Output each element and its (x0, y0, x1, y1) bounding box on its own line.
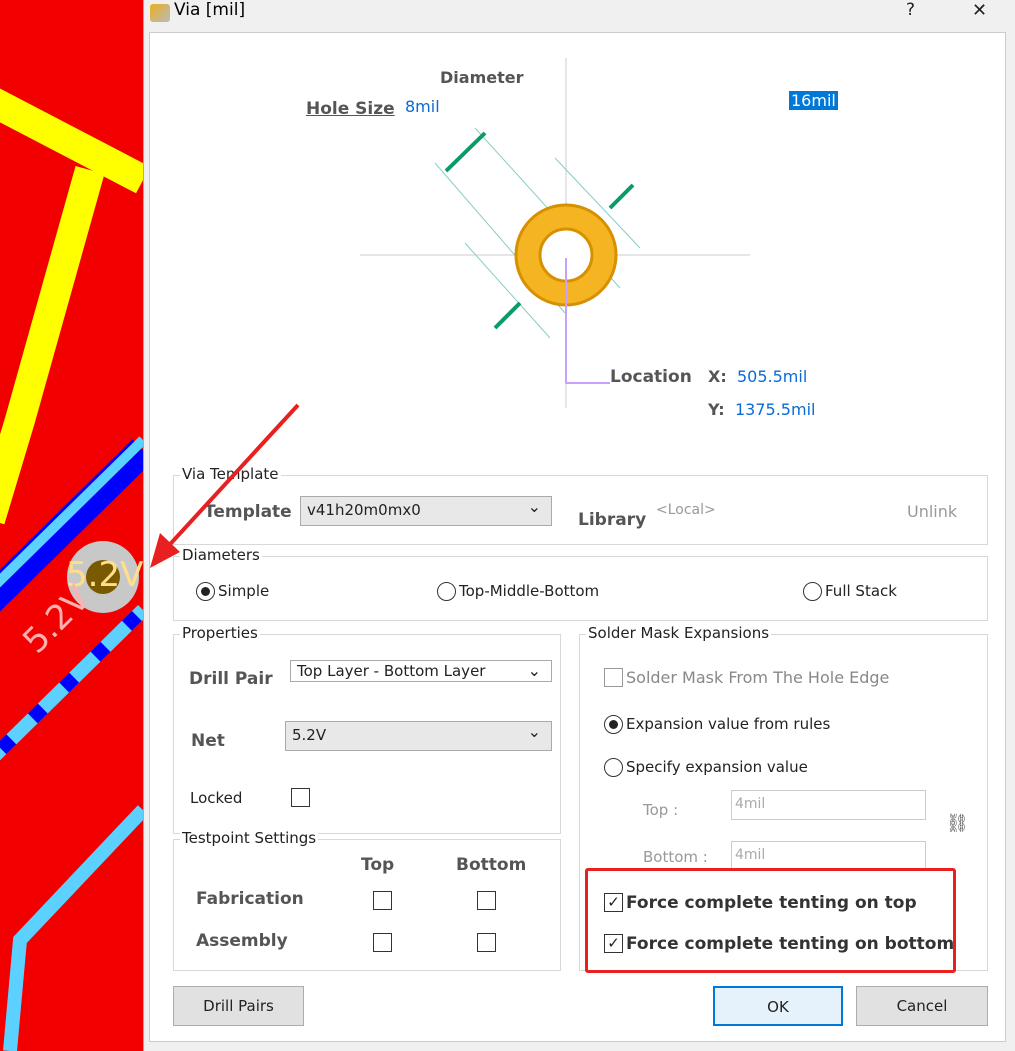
diameters-legend: Diameters (180, 546, 262, 564)
assembly-top-checkbox[interactable] (373, 933, 392, 952)
radio-specify[interactable] (604, 758, 623, 777)
solder-mask-legend: Solder Mask Expansions (586, 624, 772, 642)
drill-pairs-button[interactable]: Drill Pairs (173, 986, 304, 1026)
hole-size-label: Hole Size (306, 99, 395, 119)
bottom-expansion-label: Bottom : (643, 848, 708, 866)
drill-pair-label: Drill Pair (189, 669, 273, 689)
via-template-group: Via Template Template v41h20m0mx0 Librar… (173, 465, 988, 545)
radio-full-stack[interactable] (803, 582, 822, 601)
library-label: Library (578, 510, 647, 530)
template-label: Template (204, 502, 292, 522)
ok-button[interactable]: OK (713, 986, 843, 1026)
y-label: Y: (708, 400, 725, 419)
top-expansion-label: Top : (643, 801, 679, 819)
net-label: Net (191, 731, 225, 751)
link-chain-icon[interactable]: ⛓ (946, 813, 969, 834)
top-expansion-input[interactable]: 4mil (731, 790, 926, 820)
drill-pair-select[interactable]: Top Layer - Bottom Layer (290, 660, 552, 682)
close-button[interactable]: ✕ (972, 0, 987, 21)
diameter-value[interactable]: 16mil (789, 91, 838, 110)
x-label: X: (708, 367, 727, 386)
window-title: Via [mil] (174, 0, 246, 20)
from-hole-edge-checkbox[interactable] (604, 668, 623, 687)
testpoint-legend: Testpoint Settings (180, 829, 319, 847)
pcb-traces (0, 88, 143, 1051)
assembly-label: Assembly (196, 931, 288, 951)
help-button[interactable]: ? (906, 0, 915, 20)
dialog-body: Diameter Hole Size 8mil 16mil Location X… (149, 32, 1006, 1042)
pcb-canvas[interactable]: 5.2V 5.2V (0, 0, 143, 1051)
properties-legend: Properties (180, 624, 260, 642)
radio-top-middle-bottom[interactable] (437, 582, 456, 601)
assembly-bottom-checkbox[interactable] (477, 933, 496, 952)
cancel-button[interactable]: Cancel (856, 986, 988, 1026)
testpoint-bottom-header: Bottom (456, 855, 527, 875)
diameters-group: Diameters Simple Top-Middle-Bottom Full … (173, 546, 988, 621)
via-template-legend: Via Template (180, 465, 281, 483)
net-select[interactable]: 5.2V (285, 721, 552, 751)
hole-size-value[interactable]: 8mil (405, 97, 440, 116)
from-rules-label[interactable]: Expansion value from rules (626, 715, 830, 733)
locked-label: Locked (190, 789, 243, 807)
specify-label[interactable]: Specify expansion value (626, 758, 808, 776)
library-value: <Local> (656, 502, 716, 518)
unlink-button[interactable]: Unlink (907, 502, 957, 521)
via-icon (150, 4, 170, 22)
simple-label[interactable]: Simple (218, 582, 269, 600)
from-hole-edge-label: Solder Mask From The Hole Edge (626, 668, 890, 687)
radio-simple[interactable] (196, 582, 215, 601)
diameter-label: Diameter (440, 68, 524, 87)
properties-group: Properties Drill Pair Top Layer - Bottom… (173, 624, 561, 834)
annotation-highlight-box (585, 868, 956, 973)
fabrication-bottom-checkbox[interactable] (477, 891, 496, 910)
testpoint-group: Testpoint Settings Top Bottom Fabricatio… (173, 829, 561, 971)
bottom-expansion-input[interactable]: 4mil (731, 841, 926, 871)
y-value[interactable]: 1375.5mil (735, 400, 815, 419)
locked-checkbox[interactable] (291, 788, 310, 807)
top-middle-bottom-label[interactable]: Top-Middle-Bottom (459, 582, 599, 600)
location-label: Location (610, 367, 692, 387)
fabrication-label: Fabrication (196, 889, 304, 909)
template-select[interactable]: v41h20m0mx0 (300, 496, 552, 526)
testpoint-top-header: Top (361, 855, 395, 875)
fabrication-top-checkbox[interactable] (373, 891, 392, 910)
via-dialog: Via [mil] ? ✕ Diameter Hole Size 8mil 16… (143, 0, 1015, 1051)
full-stack-label[interactable]: Full Stack (825, 582, 897, 600)
radio-from-rules[interactable] (604, 715, 623, 734)
x-value[interactable]: 505.5mil (737, 367, 807, 386)
